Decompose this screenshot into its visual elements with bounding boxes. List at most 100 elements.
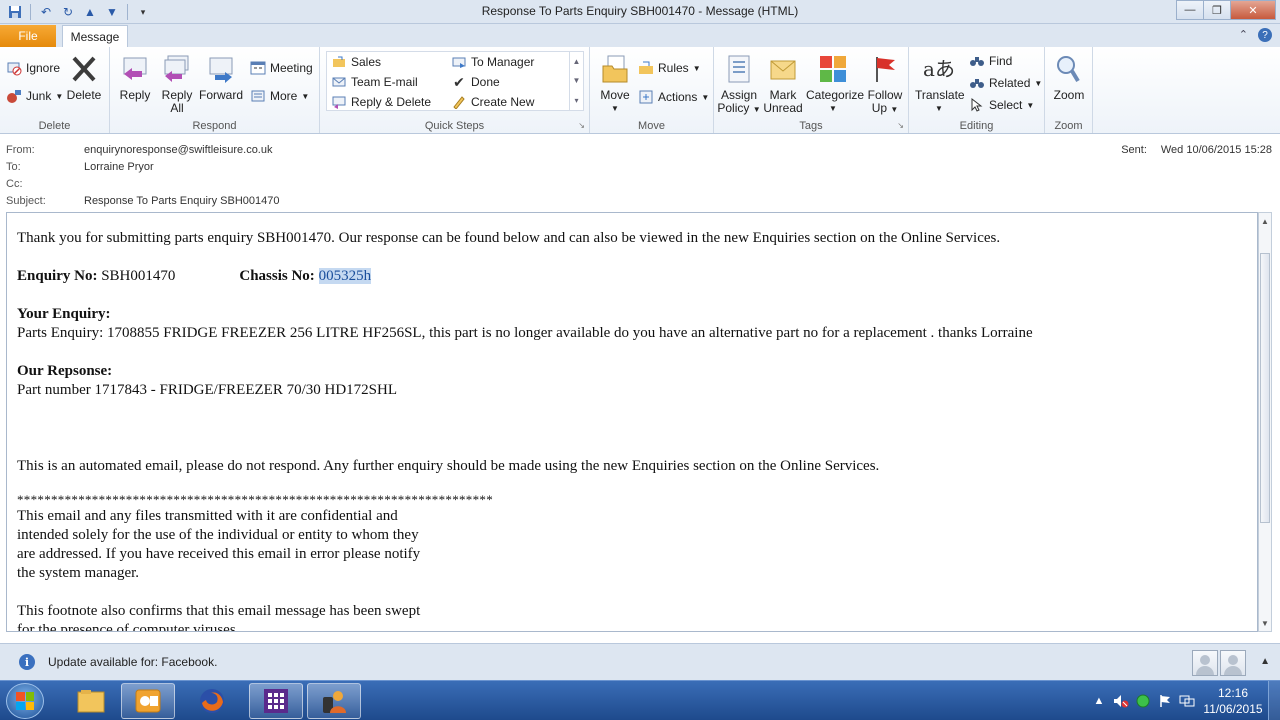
find-button[interactable]: Find — [969, 52, 1012, 70]
group-label-delete: Delete — [38, 120, 71, 132]
ignore-button[interactable]: Ignore — [6, 59, 60, 77]
show-hidden-icons-icon[interactable]: ▲ — [1088, 693, 1110, 709]
move-button[interactable]: Move ▼ — [592, 53, 638, 115]
firefox-taskbar-button[interactable] — [185, 683, 239, 719]
rules-icon — [638, 60, 654, 76]
related-button[interactable]: Related ▼ — [969, 74, 1042, 92]
reply-button[interactable]: Reply — [112, 53, 158, 102]
scroll-down-arrow[interactable]: ▼ — [1259, 617, 1271, 629]
rules-button[interactable]: Rules ▼ — [638, 59, 701, 77]
follow-up-button[interactable]: Follow Up ▼ — [862, 53, 908, 116]
outlook-icon — [135, 689, 161, 713]
scroll-down-icon[interactable]: ▼ — [573, 76, 581, 85]
forward-button[interactable]: Forward — [198, 53, 244, 102]
dialog-launcher-icon[interactable]: ↘ — [897, 121, 904, 130]
network-icon[interactable] — [1176, 693, 1198, 709]
checkmark-icon: ✔ — [453, 73, 465, 90]
minimize-ribbon-icon[interactable]: ⌃ — [1239, 28, 1248, 42]
scroll-up-arrow[interactable]: ▲ — [1259, 215, 1271, 227]
group-label-editing: Editing — [959, 120, 994, 132]
junk-button[interactable]: Junk ▼ — [6, 87, 63, 105]
meeting-icon — [250, 60, 266, 76]
dialog-launcher-icon[interactable]: ↘ — [578, 121, 585, 130]
mark-unread-button[interactable]: Mark Unread — [760, 53, 806, 115]
disclaimer-line-3: are addressed. If you have received this… — [17, 546, 421, 562]
quick-step-team-email[interactable]: Team E-mail — [331, 73, 418, 91]
reply-all-button[interactable]: Reply All — [154, 53, 200, 115]
quick-step-done[interactable]: ✔ Done — [451, 73, 500, 91]
more-button[interactable]: More ▼ — [250, 87, 309, 105]
enquiry-line: Enquiry No: SBH001470 Chassis No: 005325h — [17, 268, 372, 284]
footnote-line-1: This footnote also confirms that this em… — [17, 603, 421, 619]
reply-delete-icon — [331, 94, 347, 110]
move-folder-icon — [599, 53, 631, 85]
recipient-name[interactable]: Lorraine Pryor — [84, 161, 154, 177]
zoom-group: Zoom Zoom — [1045, 47, 1093, 133]
delete-button[interactable]: Delete — [61, 53, 107, 102]
calendar-app-taskbar-button[interactable] — [249, 683, 303, 719]
ribbon: Ignore Junk ▼ Delete Delete Reply Reply … — [0, 47, 1280, 134]
chevron-down-icon: ▼ — [611, 104, 619, 113]
quick-steps-scroll[interactable]: ▲ ▼ ▾ — [569, 52, 583, 110]
explorer-taskbar-button[interactable] — [64, 683, 118, 719]
message-header: From: enquirynoresponse@swiftleisure.co.… — [0, 135, 1280, 212]
windows-logo-icon — [16, 692, 34, 710]
translate-button[interactable]: aあ Translate ▼ — [915, 53, 965, 115]
status-green-icon[interactable] — [1132, 693, 1154, 709]
subject-value: Response To Parts Enquiry SBH001470 — [84, 195, 280, 207]
your-enquiry-text: Parts Enquiry: 1708855 FRIDGE FREEZER 25… — [17, 325, 1033, 341]
disclaimer-line-1: This email and any files transmitted wit… — [17, 508, 398, 524]
quick-step-to-manager[interactable]: To Manager — [451, 53, 534, 71]
avatar[interactable] — [1192, 650, 1218, 676]
update-notice[interactable]: Update available for: Facebook. — [48, 655, 217, 669]
your-enquiry-label: Your Enquiry: — [17, 306, 111, 322]
volume-muted-icon[interactable] — [1110, 693, 1132, 709]
people-pane-bar: i Update available for: Facebook. ▲ — [0, 643, 1280, 680]
scrollbar-thumb[interactable] — [1260, 253, 1270, 523]
quick-step-sales[interactable]: Sales — [331, 53, 381, 71]
chassis-number: 005325h — [318, 268, 372, 284]
chevron-down-icon: ▼ — [829, 104, 837, 113]
window-title: Response To Parts Enquiry SBH001470 - Me… — [481, 4, 799, 18]
person-phone-icon — [323, 691, 346, 713]
action-center-flag-icon[interactable] — [1154, 693, 1176, 709]
quick-step-reply-delete[interactable]: Reply & Delete — [331, 93, 431, 111]
minimize-button[interactable]: — — [1176, 0, 1204, 20]
tab-message[interactable]: Message — [62, 25, 128, 48]
help-icon[interactable]: ? — [1258, 28, 1272, 42]
expand-people-pane-icon[interactable]: ▲ — [1260, 656, 1270, 667]
chevron-down-icon: ▼ — [890, 105, 899, 114]
forward-to-manager-icon — [451, 54, 467, 70]
group-label-quick-steps: Quick Steps — [424, 120, 485, 132]
avatar[interactable] — [1220, 650, 1246, 676]
message-scrollbar[interactable]: ▲ ▼ — [1258, 212, 1272, 632]
taskbar: ▲ 12:16 11/06/2015 — [0, 680, 1280, 720]
actions-button[interactable]: Actions ▼ — [638, 88, 709, 106]
contacts-app-taskbar-button[interactable] — [307, 683, 361, 719]
move-group: Move ▼ Rules ▼ Actions ▼ Move — [590, 47, 714, 133]
automated-notice: This is an automated email, please do no… — [17, 458, 880, 474]
outlook-taskbar-button[interactable] — [121, 683, 175, 719]
categorize-button[interactable]: Categorize ▼ — [806, 53, 864, 115]
sender-address[interactable]: enquirynoresponse@swiftleisure.co.uk — [84, 144, 272, 160]
cc-row: Cc: — [6, 178, 23, 190]
tab-file[interactable]: File — [0, 25, 56, 47]
message-body[interactable]: Thank you for submitting parts enquiry S… — [6, 212, 1258, 632]
quick-step-create-new[interactable]: Create New — [451, 93, 534, 111]
start-button[interactable] — [6, 683, 44, 719]
cursor-icon — [969, 97, 985, 113]
show-desktop-button[interactable] — [1268, 681, 1280, 720]
meeting-button[interactable]: Meeting — [250, 59, 313, 77]
zoom-button[interactable]: Zoom — [1046, 53, 1092, 102]
expand-gallery-icon[interactable]: ▾ — [574, 96, 578, 105]
clock[interactable]: 12:16 11/06/2015 — [1198, 685, 1268, 717]
ignore-icon — [6, 60, 22, 76]
editing-group: aあ Translate ▼ Find Related ▼ Select ▼ E… — [909, 47, 1045, 133]
restore-button[interactable]: ❐ — [1203, 0, 1231, 20]
scroll-up-icon[interactable]: ▲ — [573, 57, 581, 66]
select-button[interactable]: Select ▼ — [969, 96, 1034, 114]
assign-policy-button[interactable]: Assign Policy ▼ — [716, 53, 762, 116]
close-button[interactable]: ✕ — [1230, 0, 1276, 20]
info-icon: i — [19, 654, 35, 670]
related-icon — [969, 75, 985, 91]
